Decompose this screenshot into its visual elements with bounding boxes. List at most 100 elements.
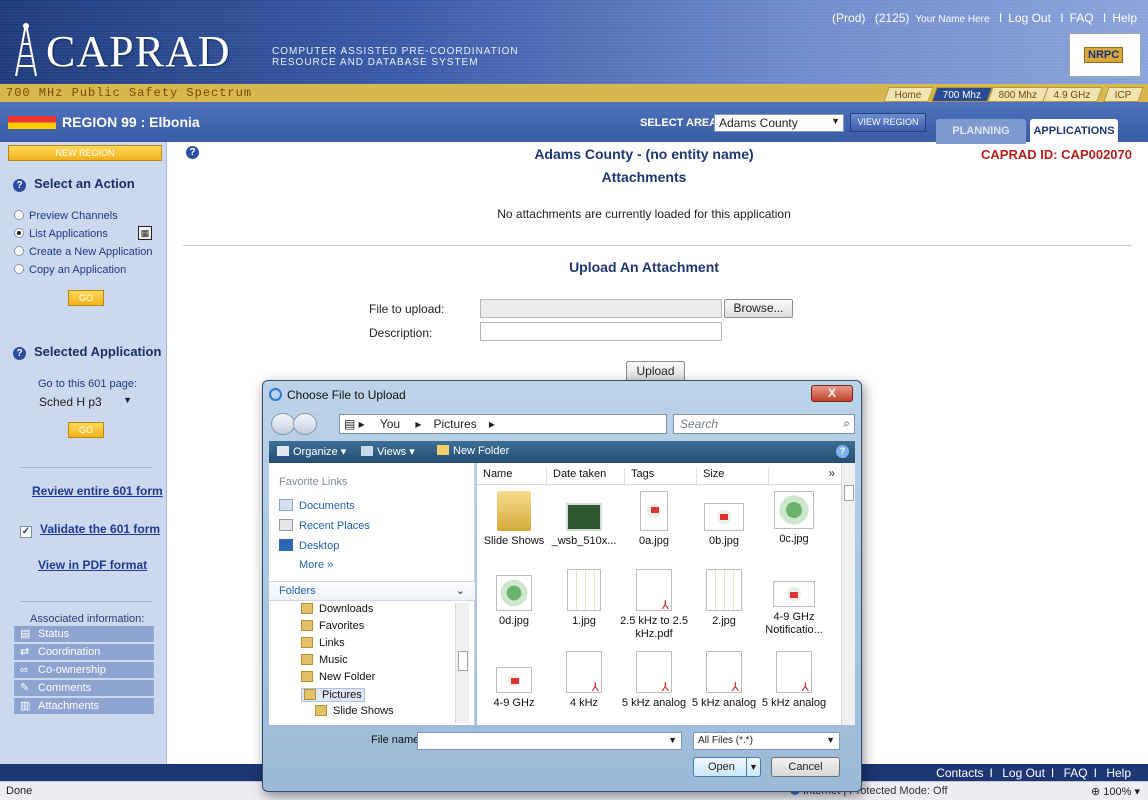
tab-applications[interactable]: APPLICATIONS (1030, 119, 1118, 144)
pictures-folder-icon (304, 689, 316, 700)
goto-page-value: Sched H p3 (39, 395, 102, 409)
more-link[interactable]: More » (299, 559, 333, 571)
caprad-logo: CAPRAD (46, 27, 231, 76)
assoc-coordination[interactable]: ⇄ Coordination (14, 644, 154, 661)
assoc-comments[interactable]: ✎ Comments (14, 680, 154, 697)
folder-pictures[interactable]: Pictures (301, 688, 365, 702)
folder-links[interactable]: Links (301, 637, 345, 649)
file-item[interactable]: Slide Shows (479, 491, 549, 548)
folder-slide-shows[interactable]: Slide Shows (315, 705, 394, 717)
back-button[interactable] (271, 413, 295, 435)
spectrum-tab-icp[interactable]: ICP (1103, 87, 1144, 102)
assoc-attachments[interactable]: ▥ Attachments (14, 698, 154, 715)
spectrum-title: 700 MHz Public Safety Spectrum (6, 86, 253, 100)
view-region-button[interactable]: VIEW REGION (850, 113, 926, 132)
address-bar[interactable]: ▤ ▸ You ▸ Pictures ▸ (339, 414, 667, 434)
faq-link-top[interactable]: FAQ (1070, 11, 1094, 25)
fav-desktop[interactable]: Desktop (279, 539, 339, 552)
file-item[interactable]: 0d.jpg (479, 575, 549, 628)
status-icon: ▤ (20, 628, 31, 640)
file-item[interactable]: 1.jpg (549, 569, 619, 628)
file-item[interactable]: 5 kHz analog (689, 651, 759, 710)
path-segment-pictures[interactable]: Pictures (433, 417, 476, 431)
folder-downloads[interactable]: Downloads (301, 603, 373, 615)
help-icon[interactable]: ? (13, 347, 26, 360)
file-item[interactable]: 4-9 GHz (479, 667, 549, 710)
file-item[interactable]: 0c.jpg (759, 491, 829, 546)
link-icon: ∞ (20, 664, 28, 676)
action-create-application[interactable]: Create a New Application (14, 246, 153, 258)
description-input[interactable] (480, 322, 722, 341)
files-scrollbar[interactable] (841, 463, 855, 725)
spectrum-tab-800[interactable]: 800 Mhz (987, 87, 1050, 102)
search-input[interactable]: Search ⌕ (673, 414, 855, 434)
organize-button[interactable]: Organize ▾ (277, 445, 346, 458)
spectrum-tab-700[interactable]: 700 Mhz (931, 87, 994, 102)
spectrum-tab-home[interactable]: Home (883, 87, 934, 102)
validate-form-link[interactable]: ✓ Validate the 601 form (20, 522, 160, 538)
file-item[interactable]: 5 kHz analog (619, 651, 689, 710)
chevron-down-icon: ▼ (826, 735, 835, 745)
path-segment-you[interactable]: You (380, 417, 400, 431)
upload-button[interactable]: Upload (626, 361, 685, 381)
views-button[interactable]: Views ▾ (361, 445, 415, 458)
folder-new-folder[interactable]: New Folder (301, 671, 375, 683)
go-button-page[interactable]: GO (68, 422, 104, 438)
pencil-icon: ✎ (20, 682, 30, 694)
region-bar: REGION 99 : Elbonia SELECT AREA: Adams C… (0, 102, 1148, 144)
column-name[interactable]: Name (477, 468, 547, 486)
scroll-thumb[interactable] (458, 651, 468, 671)
more-columns-icon[interactable]: » (828, 466, 835, 480)
file-item[interactable]: 0a.jpg (619, 491, 689, 548)
faq-link-footer[interactable]: FAQ (1064, 766, 1088, 780)
forward-button[interactable] (293, 413, 317, 435)
open-button[interactable]: Open ▼ (693, 757, 761, 777)
folders-header[interactable]: Folders ⌄ (269, 581, 475, 601)
select-area-dropdown[interactable]: Adams County ▼ (714, 114, 844, 132)
file-item[interactable]: _wsb_510x... (549, 497, 619, 548)
file-item[interactable]: 0b.jpg (689, 497, 759, 548)
goto-page-select[interactable]: Sched H p3 ▼ (36, 393, 136, 411)
cancel-button[interactable]: Cancel (771, 757, 840, 777)
file-item[interactable]: 2.jpg (689, 569, 759, 628)
folders-scrollbar[interactable] (455, 603, 469, 723)
logout-link-footer[interactable]: Log Out (1002, 766, 1045, 780)
browse-button[interactable]: Browse... (724, 299, 793, 318)
zoom-level[interactable]: ⊕ 100% ▾ (1091, 785, 1140, 798)
help-link-footer[interactable]: Help (1106, 766, 1131, 780)
go-button-action[interactable]: GO (68, 290, 104, 306)
fav-recent-places[interactable]: Recent Places (279, 519, 370, 532)
file-item[interactable]: 5 kHz analog (759, 651, 829, 710)
assoc-co-ownership[interactable]: ∞ Co-ownership (14, 662, 154, 679)
folder-icon (301, 603, 313, 614)
chevron-down-icon[interactable]: ▼ (746, 758, 760, 776)
file-item[interactable]: 2.5 kHz to 2.5 kHz.pdf (619, 569, 689, 641)
action-list-applications[interactable]: List Applications (14, 228, 108, 240)
spectrum-tab-49ghz[interactable]: 4.9 GHz (1042, 87, 1103, 102)
assoc-status[interactable]: ▤ Status (14, 626, 154, 643)
contacts-link[interactable]: Contacts (936, 766, 983, 780)
column-size[interactable]: Size (697, 468, 769, 486)
folder-favorites[interactable]: Favorites (301, 620, 364, 632)
help-icon[interactable]: ? (836, 445, 849, 458)
help-link-top[interactable]: Help (1112, 11, 1137, 25)
fav-documents[interactable]: Documents (279, 499, 355, 512)
review-form-link[interactable]: Review entire 601 form (32, 484, 163, 498)
calculator-icon[interactable]: ▦ (138, 226, 152, 240)
chevron-down-icon: ⌄ (455, 585, 465, 597)
folder-music[interactable]: Music (301, 654, 348, 666)
file-type-select[interactable]: All Files (*.*) ▼ (693, 732, 840, 750)
tab-planning[interactable]: PLANNING (936, 119, 1026, 144)
file-item[interactable]: 4 kHz (549, 651, 619, 710)
new-folder-button[interactable]: New Folder (437, 445, 509, 457)
scroll-thumb[interactable] (844, 485, 854, 501)
close-button[interactable]: X (811, 385, 853, 402)
logout-link-top[interactable]: Log Out (1008, 11, 1051, 25)
file-name-input[interactable]: ▼ (417, 732, 682, 750)
pdf-format-link[interactable]: View in PDF format (38, 558, 147, 572)
column-date-taken[interactable]: Date taken (547, 468, 625, 486)
music-folder-icon (301, 654, 313, 665)
file-item[interactable]: 4-9 GHz Notificatio... (759, 581, 829, 637)
column-tags[interactable]: Tags (625, 468, 697, 486)
file-path-input[interactable] (480, 299, 722, 318)
